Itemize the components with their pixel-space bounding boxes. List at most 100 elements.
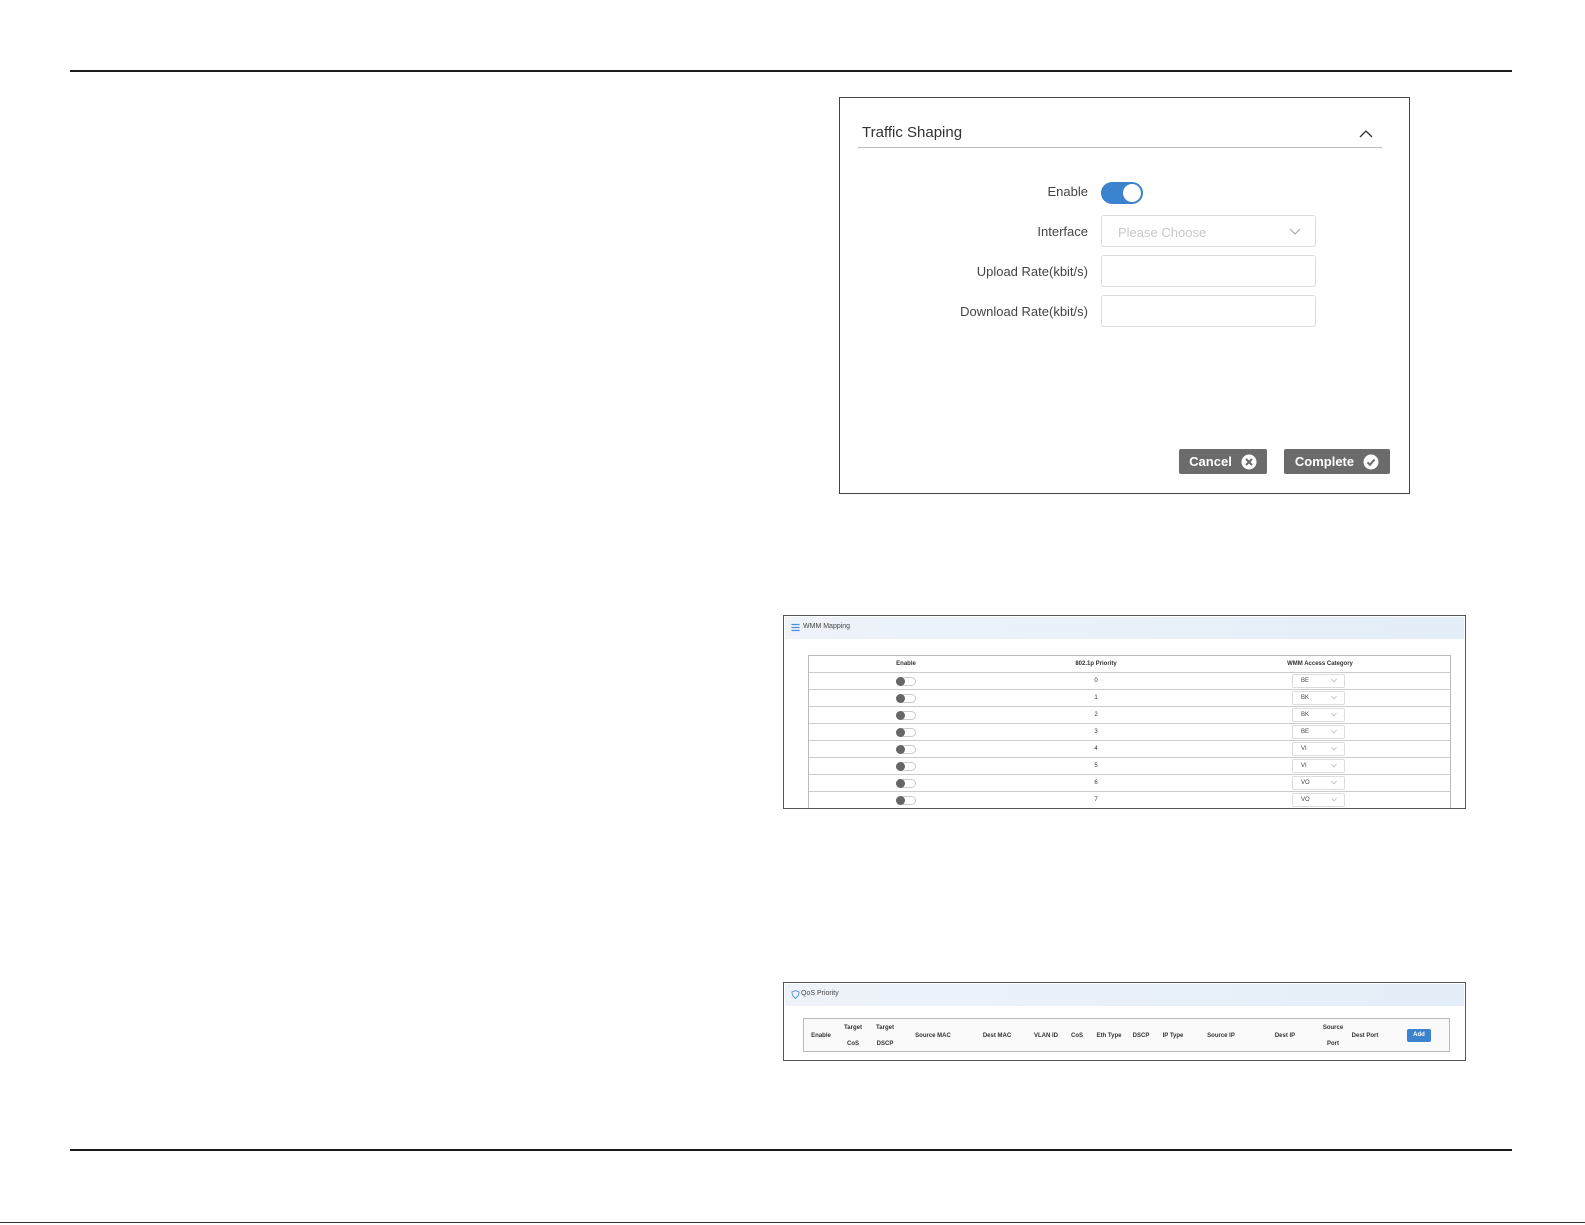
- header-dest-ip: Dest IP: [1274, 1033, 1296, 1039]
- table-row: 3 BE: [809, 724, 1450, 741]
- row-category-value: VO: [1301, 797, 1310, 803]
- header-source-port-line2: Port: [1327, 1041, 1339, 1047]
- qos-priority-title: QoS Priority: [801, 990, 839, 997]
- header-dest-mac: Dest MAC: [982, 1033, 1012, 1039]
- header-source-ip: Source IP: [1207, 1033, 1235, 1039]
- chevron-down-icon: [1331, 695, 1337, 700]
- header-source-port-line1: Source: [1322, 1025, 1344, 1031]
- row-category-value: BE: [1301, 678, 1310, 684]
- header-target-dscp: Target DSCP: [876, 1020, 894, 1052]
- row-priority: 0: [1094, 678, 1098, 684]
- upload-rate-input[interactable]: [1101, 255, 1316, 287]
- wmm-mapping-table: Enable 802.1p Priority WMM Access Catego…: [808, 655, 1451, 808]
- wmm-mapping-header: WMM Mapping: [785, 617, 1464, 639]
- interface-placeholder: Please Choose: [1118, 225, 1207, 240]
- row-category-select[interactable]: VO: [1292, 793, 1345, 807]
- page-bottom-edge: [0, 1222, 1585, 1223]
- row-category-select[interactable]: VO: [1292, 776, 1345, 790]
- download-rate-input[interactable]: [1101, 295, 1316, 327]
- toggle-knob: [1123, 184, 1141, 202]
- add-button[interactable]: Add: [1407, 1029, 1431, 1042]
- interface-select[interactable]: Please Choose: [1101, 215, 1316, 247]
- header-priority: 802.1p Priority: [1075, 661, 1117, 667]
- chevron-down-icon: [1331, 797, 1337, 802]
- header-target-cos: Target CoS: [844, 1020, 862, 1052]
- table-row: 1 BK: [809, 690, 1450, 707]
- row-enable-toggle[interactable]: [896, 728, 916, 737]
- table-row: 6 VO: [809, 775, 1450, 792]
- traffic-shaping-header: Traffic Shaping: [858, 124, 1382, 148]
- close-circle-icon: [1241, 454, 1257, 469]
- enable-toggle[interactable]: [1101, 182, 1143, 204]
- row-enable-toggle[interactable]: [896, 694, 916, 703]
- header-target-cos-line1: Target: [844, 1025, 862, 1031]
- cancel-button[interactable]: Cancel: [1179, 449, 1267, 474]
- table-row: 7 VO: [809, 792, 1450, 808]
- header-target-dscp-line1: Target: [876, 1025, 894, 1031]
- table-header-row: Enable 802.1p Priority WMM Access Catego…: [809, 656, 1450, 673]
- header-dscp: DSCP: [1132, 1033, 1150, 1039]
- row-category-select[interactable]: BE: [1292, 725, 1345, 739]
- header-rule: [70, 70, 1512, 72]
- header-enable: Enable: [896, 661, 916, 667]
- traffic-shaping-panel: Traffic Shaping Enable Interface Please …: [839, 97, 1410, 494]
- interface-label: Interface: [1037, 224, 1088, 239]
- row-priority: 5: [1094, 763, 1098, 769]
- wmm-mapping-panel: WMM Mapping Enable 802.1p Priority WMM A…: [783, 615, 1466, 809]
- header-target-cos-line2: CoS: [847, 1041, 859, 1047]
- cancel-button-label: Cancel: [1189, 454, 1232, 469]
- header-vlan-id: VLAN ID: [1034, 1033, 1058, 1039]
- table-row: 5 VI: [809, 758, 1450, 775]
- row-category-value: VI: [1301, 746, 1307, 752]
- row-category-value: VO: [1301, 780, 1310, 786]
- header-dest-port: Dest Port: [1351, 1033, 1379, 1039]
- traffic-shaping-title: Traffic Shaping: [862, 124, 963, 141]
- row-enable-toggle[interactable]: [896, 779, 916, 788]
- chevron-down-icon: [1331, 729, 1337, 734]
- qos-priority-panel: QoS Priority Enable Target CoS Target DS…: [783, 982, 1466, 1061]
- row-enable-toggle[interactable]: [896, 745, 916, 754]
- enable-label: Enable: [1047, 184, 1088, 199]
- chevron-down-icon: [1331, 763, 1337, 768]
- chevron-down-icon: [1331, 746, 1337, 751]
- wmm-mapping-title: WMM Mapping: [803, 623, 851, 630]
- header-target-dscp-line2: DSCP: [876, 1041, 894, 1047]
- header-source-port: Source Port: [1323, 1020, 1343, 1052]
- row-category-value: BK: [1301, 712, 1310, 718]
- header-category: WMM Access Category: [1287, 661, 1353, 667]
- wmm-rows: 0 BE 1 BK 2 BK 3 BE 4 VI 5 VI 6 VO 7 VO: [809, 673, 1450, 808]
- footer-rule: [70, 1149, 1512, 1151]
- table-row: 4 VI: [809, 741, 1450, 758]
- complete-button[interactable]: Complete: [1284, 449, 1390, 474]
- header-ip-type: IP Type: [1162, 1033, 1184, 1039]
- chevron-down-icon: [1331, 712, 1337, 717]
- check-circle-icon: [1363, 454, 1379, 469]
- row-enable-toggle[interactable]: [896, 711, 916, 720]
- row-category-select[interactable]: BE: [1292, 674, 1345, 688]
- header-enable: Enable: [811, 1033, 831, 1039]
- table-row: 2 BK: [809, 707, 1450, 724]
- row-category-value: BK: [1301, 695, 1310, 701]
- table-row: 0 BE: [809, 673, 1450, 690]
- chevron-up-icon[interactable]: [1358, 126, 1374, 142]
- row-category-select[interactable]: BK: [1292, 691, 1345, 705]
- row-priority: 6: [1094, 780, 1098, 786]
- chevron-down-icon: [1331, 678, 1337, 683]
- row-category-value: VI: [1301, 763, 1307, 769]
- row-priority: 7: [1094, 797, 1098, 803]
- complete-button-label: Complete: [1294, 454, 1355, 469]
- list-icon: [791, 623, 800, 632]
- qos-priority-table: Enable Target CoS Target DSCP Source MAC…: [803, 1018, 1450, 1052]
- row-priority: 3: [1094, 729, 1098, 735]
- row-priority: 4: [1094, 746, 1098, 752]
- shield-icon: [791, 990, 800, 999]
- upload-rate-label: Upload Rate(kbit/s): [976, 264, 1088, 279]
- row-category-select[interactable]: BK: [1292, 708, 1345, 722]
- row-enable-toggle[interactable]: [896, 796, 916, 805]
- row-category-select[interactable]: VI: [1292, 759, 1345, 773]
- header-cos: CoS: [1071, 1033, 1083, 1039]
- row-enable-toggle[interactable]: [896, 677, 916, 686]
- row-category-select[interactable]: VI: [1292, 742, 1345, 756]
- row-enable-toggle[interactable]: [896, 762, 916, 771]
- header-eth-type: Eth Type: [1096, 1033, 1122, 1039]
